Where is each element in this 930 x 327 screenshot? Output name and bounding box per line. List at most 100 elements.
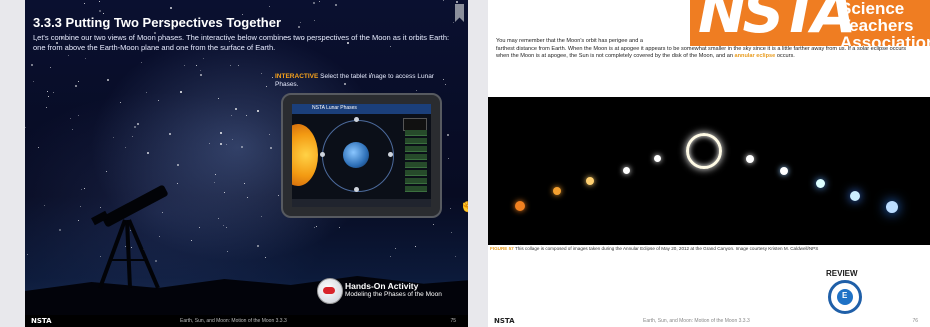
pointer-hand-icon: ☝	[459, 195, 468, 213]
hands-on-subtitle: Modeling the Phases of the Moon	[345, 291, 442, 298]
tablet-screen: NSTA Lunar Phases	[292, 104, 431, 207]
right-page-footer: NSTA Earth, Sun, and Moon: Motion of the…	[488, 315, 930, 327]
lunar-phases-tablet[interactable]: NSTA Lunar Phases	[281, 93, 442, 218]
star	[170, 7, 173, 10]
star	[334, 3, 337, 6]
star	[245, 115, 247, 117]
star	[247, 197, 249, 199]
star	[200, 70, 202, 72]
logo-line-3: Association	[840, 33, 930, 46]
review-button[interactable]: REVIEW E	[824, 269, 874, 317]
star	[455, 1, 458, 4]
phase-list	[405, 130, 427, 194]
star	[450, 232, 452, 234]
star	[389, 255, 391, 257]
hands-on-title: Hands-On Activity	[345, 281, 419, 291]
star	[231, 114, 233, 116]
page-number: 76	[912, 318, 918, 324]
star	[312, 2, 315, 4]
footer-text: Earth, Sun, and Moon: Motion of the Moon…	[643, 318, 750, 324]
star	[299, 22, 301, 24]
star	[297, 25, 300, 28]
star	[394, 248, 396, 249]
star	[25, 126, 27, 128]
eclipse-phase	[850, 191, 860, 201]
body-text-main: farthest distance from Earth. When the M…	[496, 45, 907, 60]
sun-graphic	[292, 124, 318, 186]
star	[268, 134, 270, 136]
eclipse-phase	[515, 201, 525, 211]
star	[183, 65, 185, 67]
star	[319, 0, 321, 2]
page-number: 75	[450, 318, 456, 324]
star	[195, 64, 197, 66]
star	[220, 131, 222, 134]
star	[99, 9, 102, 12]
hands-on-icon	[317, 278, 343, 304]
star	[141, 61, 143, 63]
annular-eclipse-link[interactable]: annular eclipse	[735, 53, 776, 59]
star	[53, 92, 55, 94]
star	[102, 13, 104, 15]
left-page-footer: NSTA Earth, Sun, and Moon: Motion of the…	[25, 315, 468, 327]
star	[261, 215, 263, 217]
eclipse-collage	[488, 97, 930, 245]
eclipse-phase	[746, 155, 754, 163]
earth-graphic	[343, 142, 369, 168]
star	[261, 72, 263, 74]
star	[238, 65, 240, 67]
section-title: 3.3.3 Putting Two Perspectives Together	[33, 15, 282, 30]
star	[213, 182, 215, 184]
star	[265, 85, 267, 87]
star	[450, 207, 452, 209]
footer-text: Earth, Sun, and Moon: Motion of the Moon…	[180, 318, 287, 324]
nsta-logo-words: Science Teachers Association	[840, 0, 930, 46]
star	[98, 0, 100, 2]
star	[113, 137, 115, 139]
star	[169, 132, 172, 135]
star	[77, 219, 79, 221]
star	[278, 195, 280, 197]
star	[134, 125, 137, 128]
star	[314, 227, 316, 229]
star	[272, 76, 274, 78]
star	[257, 109, 260, 112]
eclipse-phase	[780, 167, 788, 175]
star	[225, 143, 227, 145]
star	[225, 226, 227, 228]
star	[454, 255, 456, 257]
body-text-end: occurs.	[776, 53, 795, 59]
eclipse-phase	[654, 155, 661, 162]
star	[268, 6, 270, 8]
moon-marker	[388, 152, 393, 157]
star	[146, 152, 149, 155]
star	[314, 19, 316, 21]
star	[33, 80, 35, 82]
eclipse-phase	[623, 167, 630, 174]
star	[315, 226, 317, 228]
star	[124, 147, 126, 149]
star	[77, 80, 79, 82]
star	[131, 135, 133, 137]
star	[240, 145, 243, 148]
review-magnifier-icon: E	[828, 280, 862, 314]
star	[215, 174, 217, 176]
star	[235, 107, 238, 110]
star	[47, 95, 49, 97]
star	[218, 98, 220, 100]
star	[70, 117, 72, 119]
star	[442, 0, 444, 2]
star	[30, 63, 33, 66]
star	[78, 115, 80, 117]
moon-marker	[354, 117, 359, 122]
star	[219, 142, 222, 145]
star	[218, 217, 220, 219]
star	[191, 239, 193, 241]
hands-on-activity-link[interactable]: Hands-On Activity Modeling the Phases of…	[317, 278, 467, 304]
tablet-footer	[292, 199, 431, 207]
telescope-silhouette	[91, 185, 168, 289]
star	[269, 147, 272, 150]
nsta-logo: NSTA Science Teachers Association	[690, 0, 930, 46]
annular-ring	[686, 133, 722, 169]
star	[106, 79, 109, 82]
